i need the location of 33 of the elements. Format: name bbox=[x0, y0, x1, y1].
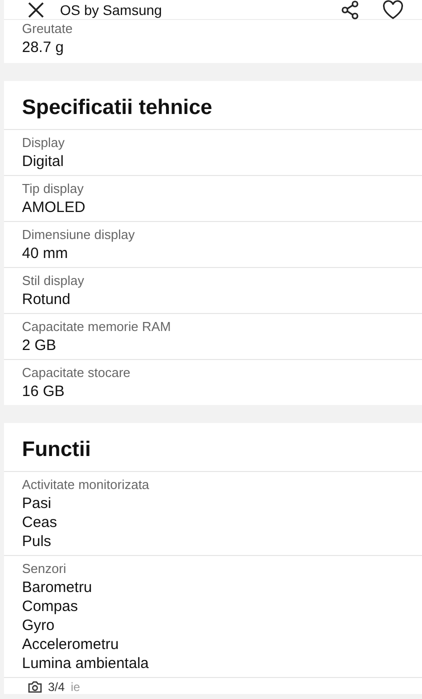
spec-value: 40 mm bbox=[22, 244, 69, 263]
spec-value: AMOLED bbox=[22, 198, 86, 217]
spec-value: Pasi bbox=[22, 494, 52, 513]
spec-label: Capacitate memorie RAM bbox=[22, 318, 172, 336]
spec-value: Digital bbox=[22, 152, 65, 171]
spec-value: 2 GB bbox=[22, 336, 58, 355]
spec-label: Tip display bbox=[22, 180, 85, 198]
spec-value: Rotund bbox=[22, 290, 72, 309]
spec-label: Activitate monitorizata bbox=[22, 476, 150, 494]
section-title: Specificatii tehnice bbox=[4, 81, 422, 130]
spec-label: Stil display bbox=[22, 272, 86, 290]
spec-value: Gyro bbox=[22, 616, 56, 635]
spec-value: 28.7 g bbox=[22, 38, 65, 57]
spec-value: Puls bbox=[22, 532, 52, 551]
spec-value: Accelerometru bbox=[22, 635, 120, 654]
spec-label: Capacitate stocare bbox=[22, 364, 132, 382]
spec-value: Lumina ambientala bbox=[22, 654, 150, 673]
spec-value: Barometru bbox=[22, 578, 94, 597]
camera-icon bbox=[28, 681, 42, 693]
photo-count: 3/4 bbox=[48, 680, 65, 694]
product-title: OS by Samsung bbox=[60, 2, 162, 18]
section-title: Functii bbox=[4, 423, 422, 472]
close-icon[interactable] bbox=[26, 0, 46, 20]
spec-value: Compas bbox=[22, 597, 79, 616]
spec-value: 16 GB bbox=[22, 382, 66, 401]
heart-icon[interactable] bbox=[382, 0, 404, 20]
spec-value: Ceas bbox=[22, 513, 58, 532]
photo-caption: ie bbox=[70, 680, 80, 694]
spec-label: Senzori bbox=[22, 560, 68, 578]
spec-label: Display bbox=[22, 134, 66, 152]
spec-label: Greutate bbox=[22, 20, 74, 38]
spec-label: Dimensiune display bbox=[22, 226, 136, 244]
share-icon[interactable] bbox=[340, 0, 360, 20]
